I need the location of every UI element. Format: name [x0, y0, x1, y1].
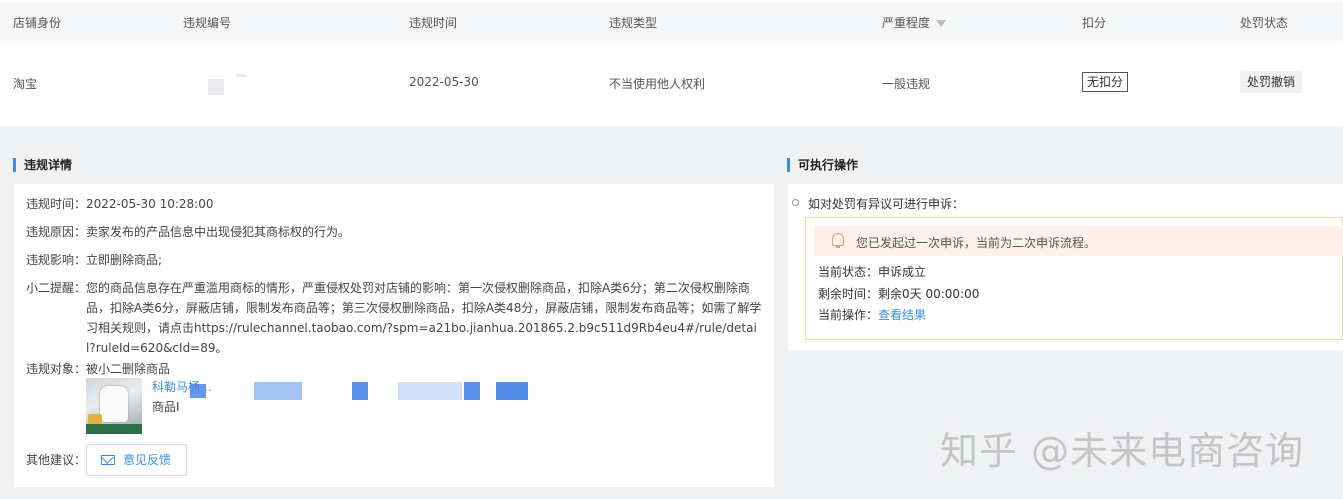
redaction-block: [496, 382, 528, 400]
thumbnail-badge: [88, 414, 102, 424]
status-tag: 处罚撤销: [1240, 71, 1303, 93]
table-header: 店铺身份 违规编号 违规时间 违规类型 严重程度 扣分 处罚状态: [0, 2, 1343, 41]
violation-table: 店铺身份 违规编号 违规时间 违规类型 严重程度 扣分 处罚状态 淘宝 2022…: [0, 0, 1343, 126]
view-result-link[interactable]: 查看结果: [878, 308, 926, 322]
watermark-text: 知乎 @未来电商咨询: [940, 429, 1305, 473]
detail-object-value: 被小二删除商品: [86, 362, 171, 376]
detail-impact-label: 违规影响：: [26, 253, 87, 267]
cell-shop: 淘宝: [13, 77, 38, 91]
masked-id: [208, 79, 224, 95]
header-id: 违规编号: [183, 16, 232, 30]
bell-icon: [832, 233, 844, 248]
detail-time-row: 违规时间：2022-05-30 10:28:00: [26, 194, 213, 214]
appeal-remain-row: 剩余时间：剩余0天 00:00:00: [818, 285, 979, 302]
detail-reason-value: 卖家发布的产品信息中出现侵犯其商标权的行为。: [86, 225, 351, 239]
points-tag: 无扣分: [1082, 72, 1129, 92]
appeal-remain-value: 剩余0天 00:00:00: [878, 287, 980, 301]
detail-object-row: 违规对象：被小二删除商品: [26, 359, 170, 379]
cell-type: 不当使用他人权利: [609, 77, 706, 91]
mail-icon: [101, 455, 115, 465]
actions-panel: 如对处罚有异议可进行申诉： 您已发起过一次申诉，当前为二次申诉流程。 当前状态：…: [788, 184, 1343, 350]
cell-severity: 一般违规: [882, 77, 931, 91]
filter-icon[interactable]: [936, 20, 947, 27]
detail-impact-row: 违规影响：立即删除商品;: [26, 250, 162, 270]
detail-time-label: 违规时间：: [26, 197, 87, 211]
feedback-button[interactable]: 意见反馈: [86, 444, 187, 476]
detail-hint-label: 小二提醒：: [26, 281, 87, 295]
redaction-block: [190, 384, 206, 398]
appeal-status-value: 申诉成立: [878, 265, 927, 279]
header-severity-label: 严重程度: [882, 16, 931, 30]
appeal-alert-text: 您已发起过一次申诉，当前为二次申诉流程。: [856, 236, 1097, 250]
appeal-alert: 您已发起过一次申诉，当前为二次申诉流程。: [814, 226, 1343, 256]
table-row: 淘宝 2022-05-30 不当使用他人权利 一般违规 无扣分 处罚撤销: [0, 41, 1343, 125]
cell-time: 2022-05-30: [409, 75, 479, 89]
detail-impact-value: 立即删除商品;: [86, 253, 163, 267]
header-shop: 店铺身份: [13, 16, 62, 30]
header-status: 处罚状态: [1240, 16, 1289, 30]
appeal-question: 如对处罚有异议可进行申诉：: [808, 197, 965, 211]
detail-reason-row: 违规原因：卖家发布的产品信息中出现侵犯其商标权的行为。: [26, 222, 350, 242]
appeal-status-label: 当前状态：: [818, 265, 879, 279]
detail-object-label: 违规对象：: [26, 362, 87, 376]
detail-reason-label: 违规原因：: [26, 225, 87, 239]
appeal-remain-label: 剩余时间：: [818, 287, 879, 301]
step-dot-icon: [792, 199, 799, 206]
redaction-block: [398, 382, 462, 400]
redaction-block: [254, 382, 302, 400]
product-thumbnail[interactable]: [86, 378, 142, 434]
appeal-op-row: 当前操作：查看结果: [818, 306, 926, 323]
header-severity: 严重程度: [882, 14, 947, 31]
violation-detail-panel: 违规时间：2022-05-30 10:28:00 违规原因：卖家发布的产品信息中…: [14, 184, 774, 487]
detail-hint-value: 您的商品信息存在严重滥用商标的情形，严重侵权处罚对店铺的影响：第一次侵权删除商品…: [86, 281, 762, 355]
appeal-op-label: 当前操作：: [818, 308, 879, 322]
appeal-box: 您已发起过一次申诉，当前为二次申诉流程。 当前状态：申诉成立 剩余时间：剩余0天…: [805, 217, 1343, 340]
detail-time-value: 2022-05-30 10:28:00: [86, 197, 214, 211]
feedback-button-label: 意见反馈: [123, 453, 172, 467]
header-time: 违规时间: [409, 16, 458, 30]
redaction-block: [464, 382, 480, 400]
detail-suggest-label: 其他建议：: [26, 453, 87, 467]
toilet-image: [100, 386, 128, 422]
masked-id-fragment: [236, 74, 246, 77]
detail-suggest-row: 其他建议：: [26, 450, 86, 470]
header-type: 违规类型: [609, 16, 658, 30]
thumbnail-strip: [86, 424, 142, 434]
appeal-status-row: 当前状态：申诉成立: [818, 263, 926, 280]
actions-section-title: 可执行操作: [787, 158, 858, 172]
product-id-text: 商品I: [152, 400, 180, 414]
redaction-block: [352, 382, 368, 400]
header-points: 扣分: [1082, 16, 1107, 30]
detail-section-title: 违规详情: [13, 158, 72, 172]
